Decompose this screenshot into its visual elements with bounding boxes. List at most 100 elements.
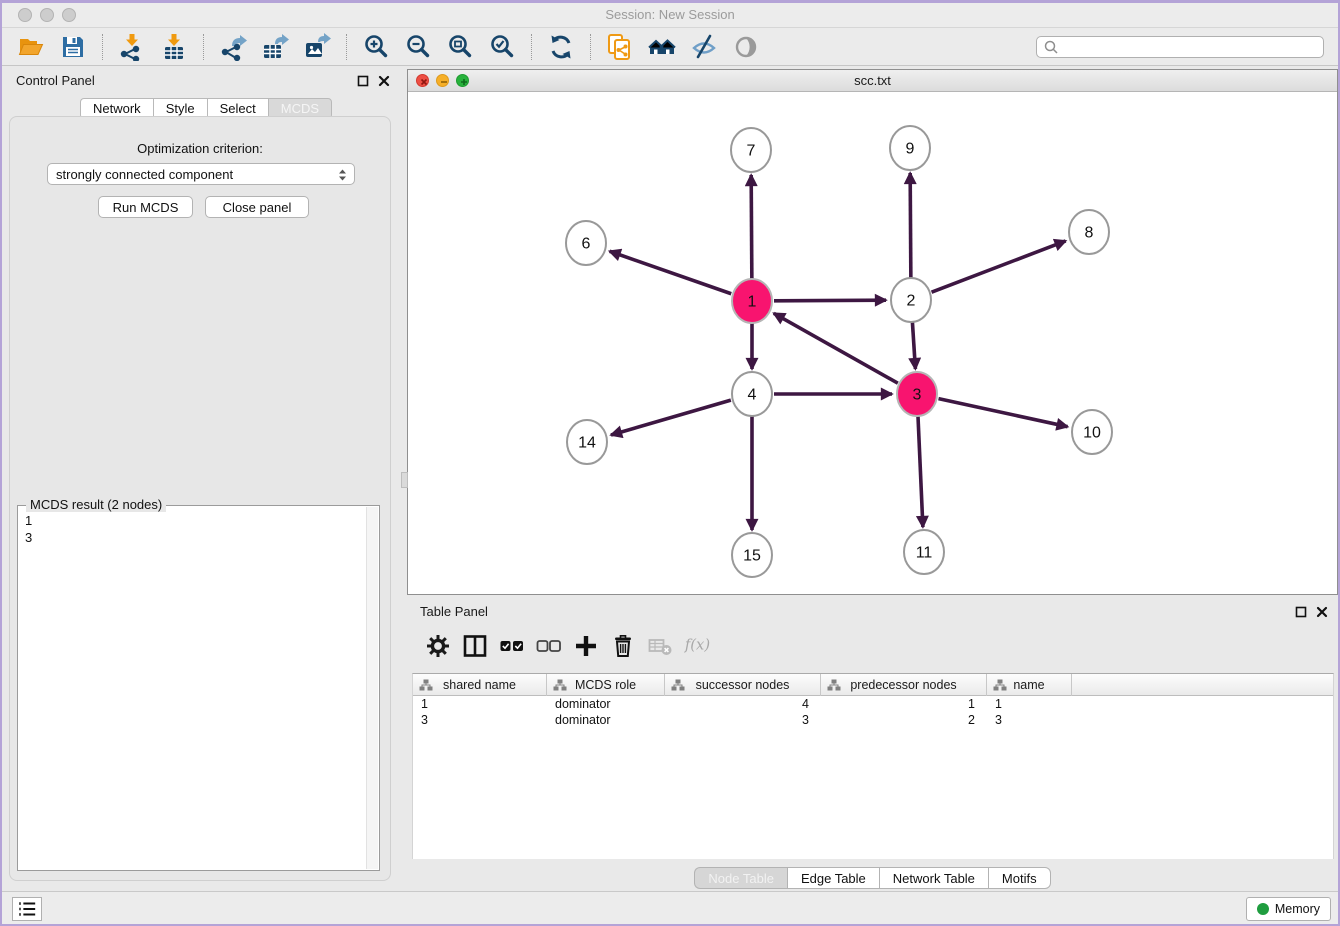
graph-node-7[interactable]: 7 bbox=[731, 128, 771, 172]
search-field[interactable] bbox=[1036, 36, 1324, 58]
close-panel-button[interactable]: Close panel bbox=[205, 196, 309, 218]
memory-button[interactable]: Memory bbox=[1246, 897, 1331, 921]
graph-node-11[interactable]: 11 bbox=[904, 530, 944, 574]
import-table-icon[interactable] bbox=[160, 33, 188, 61]
network-window-titlebar[interactable]: scc.txt bbox=[408, 70, 1337, 92]
table-panel: Table Panel bbox=[407, 598, 1338, 891]
close-panel-icon[interactable] bbox=[378, 74, 390, 86]
table-tab-node-table[interactable]: Node Table bbox=[694, 867, 787, 889]
graph-node-4[interactable]: 4 bbox=[732, 372, 772, 416]
columns-icon[interactable] bbox=[462, 633, 488, 659]
column-header-predecessor-nodes[interactable]: predecessor nodes bbox=[821, 674, 987, 696]
graph-node-8[interactable]: 8 bbox=[1069, 210, 1109, 254]
table-panel-title: Table Panel bbox=[420, 604, 488, 619]
graph-node-2[interactable]: 2 bbox=[891, 278, 931, 322]
add-column-icon[interactable] bbox=[573, 633, 599, 659]
mcds-result-box: MCDS result (2 nodes) 1 3 bbox=[17, 505, 380, 871]
deselect-all-columns-icon[interactable] bbox=[536, 633, 562, 659]
graph-edge-2-3[interactable] bbox=[912, 322, 915, 369]
table-cell[interactable]: 4 bbox=[665, 696, 821, 712]
column-header-shared-name[interactable]: shared name bbox=[413, 674, 547, 696]
table-cell[interactable]: 3 bbox=[413, 712, 547, 728]
column-header-MCDS-role[interactable]: MCDS role bbox=[547, 674, 665, 696]
graph-node-3[interactable]: 3 bbox=[897, 372, 937, 416]
graph-node-15[interactable]: 15 bbox=[732, 533, 772, 577]
zoom-fit-icon[interactable] bbox=[446, 33, 474, 61]
float-table-panel-icon[interactable] bbox=[1295, 605, 1307, 617]
graph-edge-1-6[interactable] bbox=[610, 251, 732, 293]
table-cell[interactable]: 1 bbox=[821, 696, 987, 712]
svg-text:2: 2 bbox=[907, 293, 916, 310]
hide-graphics-icon[interactable] bbox=[690, 33, 718, 61]
table-tab-edge-table[interactable]: Edge Table bbox=[787, 867, 879, 889]
table-tab-network-table[interactable]: Network Table bbox=[879, 867, 988, 889]
task-history-button[interactable] bbox=[12, 897, 42, 921]
toolbar-separator bbox=[346, 34, 347, 60]
graph-edge-3-1[interactable] bbox=[774, 313, 898, 383]
copy-network-icon[interactable] bbox=[606, 33, 634, 61]
table-cell[interactable]: 3 bbox=[665, 712, 821, 728]
graph-edge-2-8[interactable] bbox=[932, 241, 1066, 292]
zoom-out-icon[interactable] bbox=[404, 33, 432, 61]
graph-edge-4-14[interactable] bbox=[611, 400, 731, 435]
table-cell[interactable]: 3 bbox=[987, 712, 1072, 728]
graph-node-14[interactable]: 14 bbox=[567, 420, 607, 464]
column-header-name[interactable]: name bbox=[987, 674, 1072, 696]
delete-table-icon[interactable] bbox=[647, 633, 673, 659]
refresh-view-icon[interactable] bbox=[547, 33, 575, 61]
splitter-grip[interactable] bbox=[401, 472, 408, 488]
export-network-icon[interactable] bbox=[219, 33, 247, 61]
table-cell[interactable]: 1 bbox=[987, 696, 1072, 712]
table-row[interactable]: 3dominator323 bbox=[413, 712, 1333, 728]
optimization-criterion-label: Optimization criterion: bbox=[10, 141, 390, 156]
memory-label: Memory bbox=[1275, 902, 1320, 916]
graph-edge-3-10[interactable] bbox=[938, 399, 1067, 427]
svg-text:10: 10 bbox=[1083, 425, 1101, 442]
toolbar-separator bbox=[531, 34, 532, 60]
select-all-columns-icon[interactable] bbox=[499, 633, 525, 659]
graph-node-1[interactable]: 1 bbox=[732, 279, 772, 323]
column-header-successor-nodes[interactable]: successor nodes bbox=[665, 674, 821, 696]
table-cell[interactable]: dominator bbox=[547, 696, 665, 712]
table-row[interactable]: 1dominator411 bbox=[413, 696, 1333, 712]
show-graphics-icon[interactable] bbox=[732, 33, 760, 61]
graph-edge-1-7[interactable] bbox=[751, 175, 752, 279]
main-toolbar bbox=[2, 28, 1338, 66]
delete-column-icon[interactable] bbox=[610, 633, 636, 659]
table-cell[interactable]: dominator bbox=[547, 712, 665, 728]
table-cell[interactable]: 1 bbox=[413, 696, 547, 712]
table-tab-motifs[interactable]: Motifs bbox=[988, 867, 1051, 889]
graph-node-9[interactable]: 9 bbox=[890, 126, 930, 170]
float-panel-icon[interactable] bbox=[357, 74, 369, 86]
graph-edge-3-11[interactable] bbox=[918, 416, 923, 527]
table-body: 1dominator4113dominator323 bbox=[413, 696, 1333, 728]
zoom-selected-icon[interactable] bbox=[488, 33, 516, 61]
open-session-icon[interactable] bbox=[17, 33, 45, 61]
graph-edge-1-2[interactable] bbox=[774, 300, 886, 301]
title-bar: Session: New Session bbox=[2, 3, 1338, 28]
table-cell[interactable]: 2 bbox=[821, 712, 987, 728]
criterion-dropdown[interactable]: strongly connected component bbox=[47, 163, 355, 185]
network-window-title: scc.txt bbox=[408, 73, 1337, 88]
import-network-icon[interactable] bbox=[118, 33, 146, 61]
export-image-icon[interactable] bbox=[303, 33, 331, 61]
table-toolbar: f(x) bbox=[425, 629, 710, 663]
graph-edge-2-9[interactable] bbox=[910, 173, 911, 278]
close-table-panel-icon[interactable] bbox=[1316, 605, 1328, 617]
zoom-in-icon[interactable] bbox=[362, 33, 390, 61]
mcds-result-text[interactable]: 1 3 bbox=[18, 508, 365, 870]
svg-text:14: 14 bbox=[578, 435, 596, 452]
search-input[interactable] bbox=[1059, 40, 1317, 54]
graph-node-10[interactable]: 10 bbox=[1072, 410, 1112, 454]
save-session-icon[interactable] bbox=[59, 33, 87, 61]
run-mcds-button[interactable]: Run MCDS bbox=[98, 196, 193, 218]
export-table-icon[interactable] bbox=[261, 33, 289, 61]
gear-icon[interactable] bbox=[425, 633, 451, 659]
function-builder-icon[interactable]: f(x) bbox=[684, 633, 710, 659]
graph-node-6[interactable]: 6 bbox=[566, 221, 606, 265]
svg-text:6: 6 bbox=[582, 236, 591, 253]
network-graph-canvas[interactable]: 1 2 3 4 6 7 8 9 10 11 14 15 bbox=[408, 92, 1337, 594]
result-scrollbar[interactable] bbox=[366, 507, 378, 869]
home-view-icon[interactable] bbox=[648, 33, 676, 61]
search-icon bbox=[1043, 39, 1059, 55]
